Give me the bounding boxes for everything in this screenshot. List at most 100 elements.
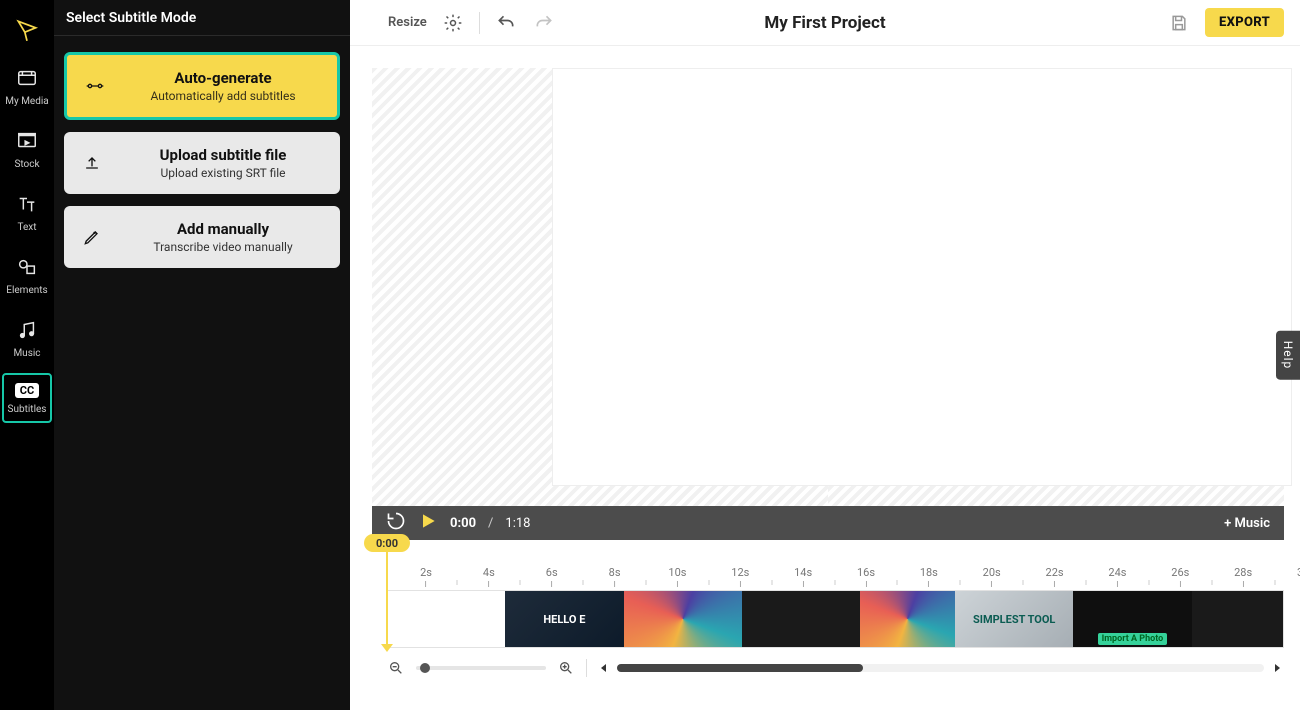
playhead-line[interactable]: [386, 552, 388, 646]
nav-item-subtitles[interactable]: CC Subtitles: [2, 373, 52, 423]
nav-item-text[interactable]: Text: [2, 184, 52, 239]
nav-item-elements[interactable]: Elements: [2, 247, 52, 302]
text-icon: [15, 192, 39, 216]
my-media-icon: [15, 66, 39, 90]
play-button[interactable]: [418, 511, 438, 535]
timeline-ruler[interactable]: 2s4s6s8s10s12s14s16s18s20s22s24s26s28s30…: [386, 566, 1284, 590]
nav-label: Stock: [14, 159, 39, 170]
clip-tail[interactable]: [1192, 591, 1283, 647]
timeline-scrollbar[interactable]: [617, 664, 1264, 672]
zoom-slider[interactable]: [416, 666, 546, 670]
divider: [586, 659, 587, 677]
ruler-subtick: [897, 580, 898, 585]
add-music-button[interactable]: + Music: [1224, 516, 1270, 531]
video-canvas[interactable]: [552, 68, 1292, 486]
panel-header: Select Subtitle Mode: [54, 0, 350, 36]
cc-icon: CC: [15, 383, 39, 398]
scroll-right-button[interactable]: [1270, 661, 1284, 675]
player-current-time: 0:00: [450, 516, 476, 531]
ruler-tick: 22s: [1046, 566, 1064, 587]
resize-button[interactable]: Resize: [388, 15, 427, 30]
playhead-arrow-icon: [381, 644, 393, 652]
mode-title: Upload subtitle file: [120, 146, 326, 164]
ruler-tick: 6s: [546, 566, 558, 587]
stock-icon: [15, 129, 39, 153]
clip-blank[interactable]: [387, 591, 505, 647]
ruler-subtick: [646, 580, 647, 585]
clip-wave2[interactable]: [860, 591, 955, 647]
zoom-out-button[interactable]: [386, 658, 406, 678]
ruler-subtick: [1148, 580, 1149, 585]
ruler-tick: 12s: [731, 566, 749, 587]
ruler-subtick: [583, 580, 584, 585]
nav-label: Music: [13, 348, 40, 359]
nav-item-my-media[interactable]: My Media: [2, 58, 52, 113]
music-icon: [15, 318, 39, 342]
playhead-badge[interactable]: 0:00: [364, 534, 410, 552]
divider: [479, 12, 480, 34]
ruler-subtick: [1086, 580, 1087, 585]
nav-label: Subtitles: [8, 404, 47, 415]
clip-label: HELLO E: [543, 613, 585, 626]
mode-upload-file[interactable]: Upload subtitle file Upload existing SRT…: [64, 132, 340, 194]
zoom-in-button[interactable]: [556, 658, 576, 678]
export-button[interactable]: EXPORT: [1205, 8, 1284, 37]
clip-simplest[interactable]: SIMPLEST TOOL: [955, 591, 1073, 647]
ruler-tick: 4s: [483, 566, 495, 587]
pencil-icon: [78, 227, 106, 247]
ruler-tick: 8s: [609, 566, 621, 587]
clip-wave1[interactable]: [624, 591, 742, 647]
ruler-tick: 2s: [420, 566, 432, 587]
nav-label: Text: [17, 222, 36, 233]
top-bar: Resize My First Project EXPORT: [350, 0, 1300, 46]
clip-label: SIMPLEST TOOL: [973, 613, 1055, 626]
nav-item-music[interactable]: Music: [2, 310, 52, 365]
clip-import[interactable]: Import A Photo: [1073, 591, 1191, 647]
mode-title: Auto-generate: [123, 69, 323, 87]
nav-label: Elements: [6, 285, 47, 296]
ruler-subtick: [1211, 580, 1212, 585]
clip-hello[interactable]: HELLO E: [505, 591, 623, 647]
mode-add-manually[interactable]: Add manually Transcribe video manually: [64, 206, 340, 268]
ruler-tick: 20s: [983, 566, 1001, 587]
auto-generate-icon: [81, 76, 109, 96]
player-bar: 0:00 / 1:18 + Music: [372, 506, 1284, 540]
ruler-subtick: [834, 580, 835, 585]
nav-item-stock[interactable]: Stock: [2, 121, 52, 176]
ruler-tick: 10s: [668, 566, 686, 587]
ruler-subtick: [708, 580, 709, 585]
nav-rail: My Media Stock Text Elements Music CC Su…: [0, 0, 54, 710]
undo-button[interactable]: [494, 11, 518, 35]
time-separator: /: [488, 516, 493, 531]
ruler-subtick: [457, 580, 458, 585]
ruler-tick: 14s: [794, 566, 812, 587]
ruler-subtick: [520, 580, 521, 585]
ruler-tick: 16s: [857, 566, 875, 587]
mode-auto-generate[interactable]: Auto-generate Automatically add subtitle…: [64, 52, 340, 120]
ruler-subtick: [1023, 580, 1024, 585]
rewind-button[interactable]: [386, 511, 406, 535]
mode-subtitle: Upload existing SRT file: [120, 166, 326, 180]
clip-grid1[interactable]: [742, 591, 860, 647]
clip-label: Import A Photo: [1098, 633, 1168, 645]
elements-icon: [15, 255, 39, 279]
save-icon[interactable]: [1167, 11, 1191, 35]
help-tab[interactable]: Help: [1276, 331, 1300, 380]
ruler-subtick: [960, 580, 961, 585]
ruler-tick: 26s: [1171, 566, 1189, 587]
ruler-subtick: [1274, 580, 1275, 585]
gear-icon[interactable]: [441, 11, 465, 35]
redo-button[interactable]: [532, 11, 556, 35]
scroll-left-button[interactable]: [597, 661, 611, 675]
timeline-track[interactable]: HELLO E SIMPLEST TOOL Import A Photo: [386, 590, 1284, 648]
upload-icon: [78, 153, 106, 173]
subtitle-mode-panel: Select Subtitle Mode Auto-generate Autom…: [54, 0, 350, 710]
project-title[interactable]: My First Project: [764, 13, 885, 33]
preview-stage: [372, 68, 1284, 506]
ruler-tick: 24s: [1108, 566, 1126, 587]
ruler-tick: 18s: [920, 566, 938, 587]
nav-label: My Media: [5, 96, 49, 107]
ruler-subtick: [771, 580, 772, 585]
ruler-tick: 28s: [1234, 566, 1252, 587]
mode-subtitle: Automatically add subtitles: [123, 89, 323, 103]
